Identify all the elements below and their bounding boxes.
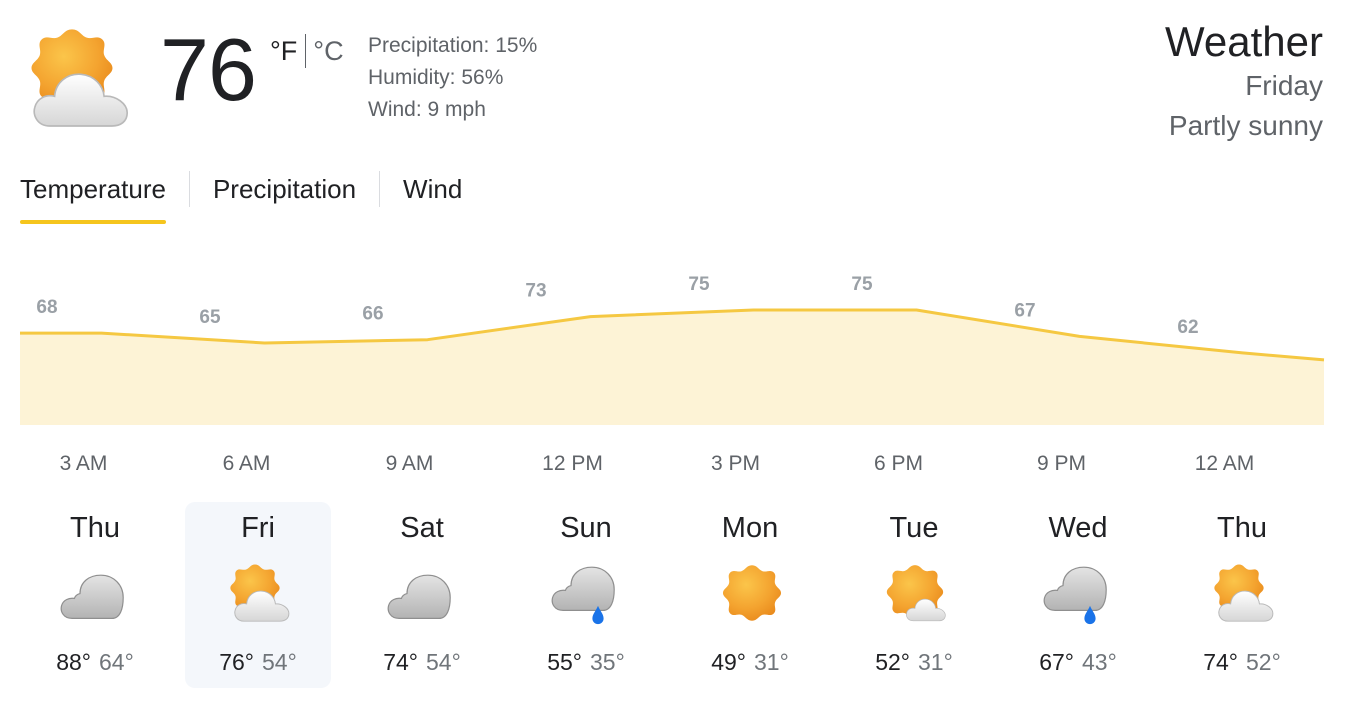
temperature-value-label: 68 [36,297,57,318]
low-temp: 31° [754,649,789,675]
mostly-sunny-icon [886,565,946,622]
partly-sunny-icon [1214,564,1274,622]
forecast-day[interactable]: Wed 67° 43° [1005,502,1151,688]
partly-sunny-icon [31,29,129,127]
low-temp: 54° [426,649,461,675]
tab-wind[interactable]: Wind [403,166,462,228]
hour-label: 12 PM [542,452,603,475]
hour-label: 3 AM [59,452,108,475]
forecast-day[interactable]: Tue 52° 31° [841,502,987,688]
high-temp: 76° [219,649,254,675]
day-name: Thu [1217,512,1267,544]
wind-text: Wind: 9 mph [368,98,486,121]
location-header: Weather Friday Partly sunny [1165,18,1323,146]
high-temp: 52° [875,649,910,675]
tab-divider [188,171,190,207]
humidity-text: Humidity: 56% [368,66,504,89]
low-temp: 54° [262,649,297,675]
temperature-value-label: 75 [688,274,710,295]
temperature-value-label: 73 [525,281,546,302]
low-temp: 43° [1082,649,1117,675]
temperature-value-label: 75 [851,274,873,295]
day-name: Sat [400,512,444,544]
high-temp: 74° [1203,649,1238,675]
high-temp: 67° [1039,649,1074,675]
temperature-value-label: 67 [1014,300,1035,321]
cloudy-icon [387,574,451,620]
day-name: Mon [721,512,779,544]
day-name: Tue [889,512,939,544]
high-temp: 55° [547,649,582,675]
day-name: Thu [70,512,120,544]
chart-tabs: Temperature Precipitation Wind [20,166,462,228]
temperature-value-label: 62 [1177,317,1198,338]
cloudy-icon [60,574,124,620]
temperature-value-label: 65 [199,307,221,328]
tab-temperature[interactable]: Temperature [20,166,166,228]
hour-label: 9 AM [385,452,434,475]
high-temp: 88° [56,649,91,675]
unit-divider [305,34,307,68]
day-name: Sun [560,512,612,544]
low-temp: 31° [918,649,953,675]
weather-details: Precipitation: 15% Humidity: 56% Wind: 9… [368,30,537,126]
widget-title: Weather [1165,18,1323,65]
tab-precipitation[interactable]: Precipitation [213,166,356,228]
current-condition: Partly sunny [1168,110,1323,141]
hour-axis: 3 AM 6 AM 9 AM 12 PM 3 PM 6 PM 9 PM 12 AM [0,450,1354,480]
current-day: Friday [1245,70,1323,101]
unit-toggle: °F °C [270,34,344,68]
forecast-day[interactable]: Mon 49° 31° [677,502,823,688]
hour-label: 3 PM [710,452,760,475]
rain-icon [551,566,615,625]
tab-divider [379,171,381,207]
temperature-chart: 68 65 66 73 75 75 67 62 [20,274,1325,425]
partly-sunny-icon [230,564,290,622]
unit-celsius[interactable]: °C [313,35,343,67]
high-temp: 49° [711,649,746,675]
low-temp: 35° [590,649,625,675]
hour-label: 6 AM [222,452,271,475]
hour-label: 12 AM [1194,452,1255,475]
forecast-day[interactable]: Thu 74° 52° [1169,502,1315,688]
hour-label: 9 PM [1036,452,1086,475]
precipitation-text: Precipitation: 15% [368,34,538,57]
unit-fahrenheit[interactable]: °F [270,35,297,67]
day-name: Wed [1048,512,1108,544]
forecast-day[interactable]: Fri 76° 54° [185,502,331,688]
hour-label: 6 PM [873,452,923,475]
temperature-value-label: 66 [362,304,383,325]
forecast-day[interactable]: Thu 88° 64° [22,502,168,688]
sunny-icon [722,565,782,621]
rain-icon [1043,566,1107,625]
low-temp: 64° [99,649,134,675]
current-temperature: 76 [160,20,257,119]
low-temp: 52° [1246,649,1281,675]
high-temp: 74° [383,649,418,675]
forecast-day[interactable]: Sat 74° 54° [349,502,495,688]
forecast-day[interactable]: Sun 55° 35° [513,502,659,688]
day-name: Fri [241,512,275,544]
